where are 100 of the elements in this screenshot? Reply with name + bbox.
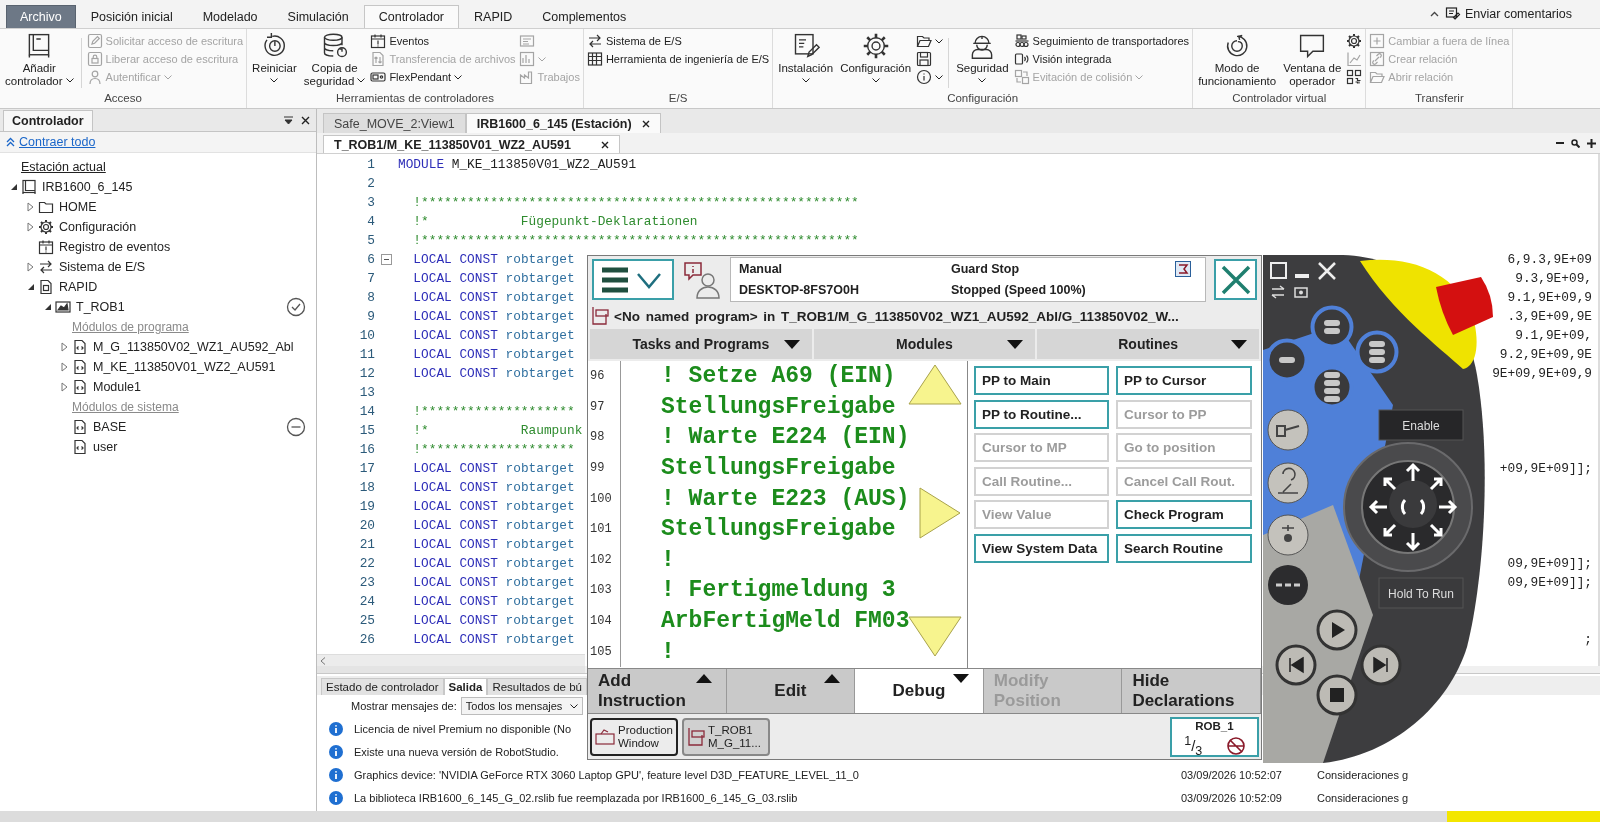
- selector-dropdown[interactable]: Modules: [813, 329, 1036, 359]
- taskbar-button[interactable]: Production Window: [590, 717, 678, 756]
- expanded-arrow-icon[interactable]: [26, 283, 35, 291]
- selector-dropdown[interactable]: Routines: [1037, 329, 1259, 359]
- collapsed-arrow-icon[interactable]: [61, 382, 68, 392]
- collapsed-arrow-icon[interactable]: [27, 202, 34, 212]
- menu-tab[interactable]: Add Instruction: [588, 669, 727, 713]
- collapse-all-link[interactable]: Contraer todo: [19, 135, 96, 149]
- ribbon-button[interactable]: Configuración: [838, 32, 914, 83]
- tree-item[interactable]: T_ROB1: [76, 300, 125, 314]
- ribbon-tab[interactable]: Controlador: [363, 5, 460, 28]
- selector-dropdown[interactable]: Tasks and Programs: [590, 329, 812, 359]
- maximize-icon[interactable]: [1270, 262, 1287, 279]
- scroll-left-icon[interactable]: [320, 656, 326, 665]
- collapsed-arrow-icon[interactable]: [61, 362, 68, 372]
- ribbon-icon-button[interactable]: [1346, 68, 1363, 86]
- tree-item[interactable]: user: [93, 440, 118, 454]
- ribbon-icon-button[interactable]: [916, 68, 944, 86]
- debug-menu-item[interactable]: PP to Cursor: [1116, 366, 1252, 395]
- mode-button[interactable]: [1267, 409, 1309, 451]
- document-tab[interactable]: IRB1600_6_145 (Estación): [465, 113, 661, 133]
- mode-button[interactable]: [1267, 462, 1309, 504]
- ribbon-tab[interactable]: Simulación: [272, 5, 364, 28]
- emergency-stop-button[interactable]: [1436, 277, 1493, 335]
- enable-button[interactable]: Enable: [1378, 409, 1464, 441]
- expanded-arrow-icon[interactable]: [9, 183, 18, 191]
- close-button[interactable]: [1214, 259, 1257, 300]
- ribbon-icon-button[interactable]: [1346, 32, 1363, 50]
- debug-menu-item[interactable]: View System Data: [974, 533, 1109, 563]
- ribbon-tab[interactable]: Complementos: [527, 5, 642, 28]
- ribbon-button[interactable]: Modo de funcionamiento: [1196, 32, 1279, 88]
- ribbon-button[interactable]: FlexPendant: [370, 68, 516, 86]
- ribbon-button[interactable]: Herramienta de ingeniería de E/S: [586, 50, 770, 68]
- collapse-all-icon[interactable]: [6, 137, 15, 147]
- tree-item[interactable]: BASE: [93, 420, 127, 434]
- output-tab[interactable]: Resultados de bú: [487, 678, 587, 695]
- ribbon-button[interactable]: Ventana de operador: [1281, 32, 1344, 88]
- robot-status-panel[interactable]: ROB_1 $^{1}$/$_{3}$: [1170, 716, 1259, 757]
- step-back-button[interactable]: [1275, 644, 1317, 686]
- fold-minus-icon[interactable]: [381, 254, 392, 265]
- pin-dropdown-icon[interactable]: [284, 115, 293, 125]
- ribbon-button[interactable]: Seguridad: [954, 32, 1011, 83]
- debug-menu-item[interactable]: Check Program: [1116, 500, 1252, 529]
- hold-to-run-button[interactable]: Hold To Run: [1378, 577, 1464, 609]
- step-forward-button[interactable]: [1360, 644, 1402, 686]
- mode-button[interactable]: [1267, 514, 1309, 556]
- search-icon[interactable]: [1571, 138, 1580, 148]
- tree-item[interactable]: HOME: [59, 200, 97, 214]
- ribbon-tab[interactable]: Archivo: [6, 5, 76, 28]
- preset-button[interactable]: [1355, 330, 1399, 374]
- tree-item[interactable]: M_KE_113850V01_WZ2_AU591: [93, 360, 276, 374]
- stop-button[interactable]: [1316, 674, 1358, 716]
- ribbon-button[interactable]: Añadir controlador: [3, 32, 76, 88]
- menu-tab[interactable]: Debug: [855, 669, 984, 713]
- zoom-in-icon[interactable]: [1587, 138, 1596, 148]
- ribbon-tab[interactable]: Posición inicial: [75, 5, 188, 28]
- tree-item[interactable]: RAPID: [59, 280, 98, 294]
- file-tab[interactable]: T_ROB1/M_KE_113850V01_WZ2_AU591: [323, 135, 620, 153]
- tree-item[interactable]: Configuración: [59, 220, 137, 234]
- collapsed-arrow-icon[interactable]: [27, 262, 34, 272]
- output-tab[interactable]: Salida: [443, 678, 488, 695]
- camera-icon[interactable]: [1294, 287, 1308, 298]
- play-button[interactable]: [1316, 609, 1358, 651]
- tree-item[interactable]: Sistema de E/S: [59, 260, 146, 274]
- collapse-ribbon-icon[interactable]: [1430, 11, 1439, 17]
- ribbon-button[interactable]: Visión integrada: [1013, 50, 1190, 68]
- close-icon[interactable]: [600, 140, 609, 149]
- horizontal-scrollbar[interactable]: [317, 654, 585, 666]
- ribbon-tab[interactable]: RAPID: [459, 5, 528, 28]
- ribbon-button[interactable]: Reiniciar: [250, 32, 299, 83]
- tree-item[interactable]: Module1: [93, 380, 141, 394]
- joystick[interactable]: [1343, 442, 1473, 572]
- ribbon-button[interactable]: Instalación: [776, 32, 836, 83]
- swap-arrows-icon[interactable]: [1271, 285, 1285, 299]
- collapsed-arrow-icon[interactable]: [61, 342, 68, 352]
- ribbon-button[interactable]: Sistema de E/S: [586, 32, 770, 50]
- menu-tab[interactable]: Hide Declarations: [1122, 669, 1261, 713]
- document-tab[interactable]: Safe_MOVE_2:View1: [323, 113, 466, 133]
- ribbon-tab[interactable]: Modelado: [187, 5, 273, 28]
- ribbon-button[interactable]: Seguimiento de transportadores: [1013, 32, 1190, 50]
- collapsed-arrow-icon[interactable]: [27, 222, 34, 232]
- close-icon[interactable]: [641, 119, 650, 128]
- function-button[interactable]: [1268, 565, 1308, 605]
- taskbar-button[interactable]: T_ROB1 M_G_11...: [682, 717, 770, 756]
- panel-tab[interactable]: Controlador: [3, 110, 93, 131]
- close-icon[interactable]: [301, 115, 310, 125]
- feedback-button[interactable]: Enviar comentarios: [1445, 6, 1572, 22]
- message-filter-dropdown[interactable]: Todos los mensajes: [460, 697, 584, 715]
- message-time: 03/09/2026 10:52:09: [1181, 791, 1282, 804]
- menu-button[interactable]: [592, 259, 674, 300]
- ribbon-button[interactable]: Eventos: [370, 32, 516, 50]
- tree-item[interactable]: Registro de eventos: [59, 240, 171, 254]
- tree-item[interactable]: IRB1600_6_145: [42, 180, 133, 194]
- output-tab[interactable]: Estado de controlador: [321, 678, 444, 695]
- debug-menu-item[interactable]: Search Routine: [1116, 533, 1252, 563]
- ribbon-button[interactable]: Copia de seguridad: [301, 32, 368, 88]
- tree-item[interactable]: M_G_113850V02_WZ1_AU592_Abl: [93, 340, 294, 354]
- debug-menu-item[interactable]: PP to Routine...: [974, 399, 1109, 429]
- expanded-arrow-icon[interactable]: [43, 303, 52, 311]
- debug-menu-item[interactable]: PP to Main: [974, 366, 1109, 395]
